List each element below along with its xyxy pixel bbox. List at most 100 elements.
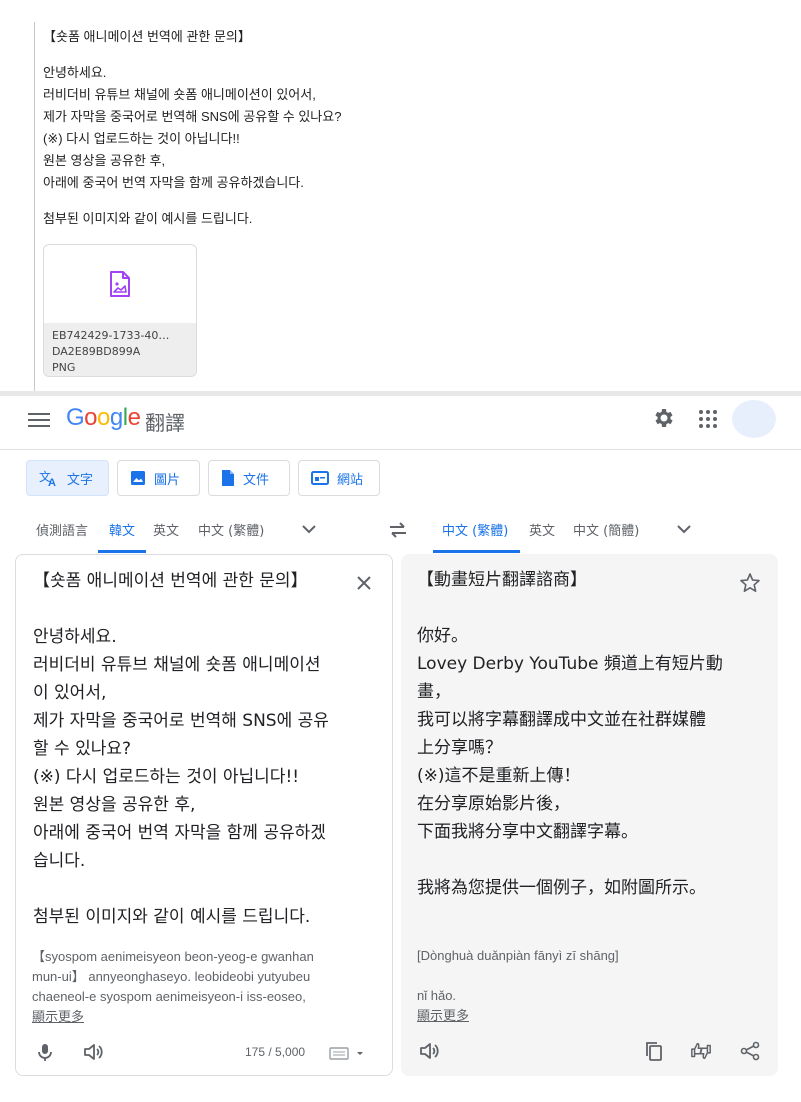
svg-text:A: A — [48, 477, 56, 487]
source-text-line: 할 수 있나요? — [33, 739, 132, 759]
translated-text: 【動畫短片翻譯諮商】 你好。 Lovey Derby YouTube 頻道上有短… — [417, 566, 737, 902]
target-lang-chinese-simplified[interactable]: 中文 (簡體) — [573, 520, 639, 539]
google-logo[interactable]: Google — [66, 404, 141, 432]
website-icon — [311, 471, 329, 485]
character-counter: 175 / 5,000 — [245, 1045, 306, 1059]
translated-text-line: 【動畫短片翻譯諮商】 — [417, 570, 587, 590]
email-line: 원본 영상을 공유한 후, — [43, 153, 166, 168]
translated-text-line — [417, 594, 737, 622]
copy-translation-icon[interactable] — [643, 1040, 665, 1062]
source-text-line: (※) 다시 업로드하는 것이 아닙니다!! — [33, 767, 300, 787]
translation-listen-speaker-icon[interactable] — [418, 1040, 440, 1062]
target-lang-english[interactable]: 英文 — [529, 520, 555, 539]
clear-text-close-icon[interactable] — [354, 573, 374, 593]
attachment-thumbnail — [44, 245, 196, 323]
romanization-line — [417, 966, 737, 986]
source-text-line: 습니다. — [33, 851, 86, 871]
source-text-line: 【숏폼 애니메이션 번역에 관한 문의】 — [33, 571, 308, 591]
source-text-panel[interactable]: 【숏폼 애니메이션 번역에 관한 문의】 안녕하세요. 러비더비 유튜브 채널에… — [15, 554, 393, 1076]
settings-gear-icon[interactable] — [652, 406, 676, 430]
source-lang-detect[interactable]: 偵測語言 — [36, 520, 88, 539]
mode-website-button[interactable]: 網站 — [298, 460, 380, 496]
language-bar: 偵測語言 韓文 英文 中文 (繁體) 中文 (繁體) 英文 中文 (簡體) — [0, 506, 801, 554]
show-more-link[interactable]: 顯示更多 — [32, 1008, 84, 1028]
top-bar: Google 翻譯 — [0, 396, 801, 450]
image-file-icon — [110, 271, 130, 297]
translated-text-line: 你好。 — [417, 626, 468, 646]
mode-document-button[interactable]: 文件 — [208, 460, 290, 496]
source-text-area[interactable]: 【숏폼 애니메이션 번역에 관한 문의】 안녕하세요. 러비더비 유튜브 채널에… — [33, 567, 351, 931]
romanization-line: chaeneol-e syospom aenimeisyeon-i iss-eo… — [32, 989, 306, 1004]
romanization-line: [Dònghuà duǎnpiàn fānyì zī shāng] — [417, 948, 619, 963]
attachment-name: EB742429-1733-40… — [52, 329, 170, 342]
source-lang-english[interactable]: 英文 — [153, 520, 179, 539]
translated-text-line: 我可以將字幕翻譯成中文並在社群媒體 — [417, 710, 706, 730]
microphone-icon[interactable] — [34, 1041, 56, 1063]
save-translation-star-icon[interactable] — [739, 572, 761, 594]
show-more-link[interactable]: 顯示更多 — [417, 1007, 469, 1027]
translated-text-line: 上分享嗎？ — [417, 738, 502, 758]
attachment-type: PNG — [52, 361, 76, 374]
mode-label: 圖片 — [154, 472, 181, 488]
email-greeting: 안녕하세요. — [43, 65, 107, 80]
mode-image-button[interactable]: 圖片 — [117, 460, 200, 496]
image-icon — [131, 471, 145, 485]
source-lang-chinese-traditional[interactable]: 中文 (繁體) — [198, 520, 264, 539]
attachment-card[interactable]: EB742429-1733-40… DA2E89BD899A PNG — [43, 244, 197, 377]
attachment-meta: EB742429-1733-40… DA2E89BD899A PNG — [44, 323, 196, 376]
source-romanization: 【syospom aenimeisyeon beon-yeog-e gwanha… — [32, 947, 352, 1028]
target-romanization: [Dònghuà duǎnpiàn fānyì zī shāng] nǐ hǎo… — [417, 946, 737, 1027]
source-text-line: 러비더비 유튜브 채널에 숏폼 애니메이션 — [33, 655, 321, 675]
email-subject: 【숏폼 애니메이션 번역에 관한 문의】 — [43, 29, 251, 44]
product-name: 翻譯 — [145, 411, 185, 435]
mode-label: 文字 — [67, 472, 94, 488]
source-listen-speaker-icon[interactable] — [82, 1041, 104, 1063]
quote-bar — [34, 22, 35, 392]
email-body: 【숏폼 애니메이션 번역에 관한 문의】 안녕하세요. 러비더비 유튜브 채널에… — [43, 26, 341, 230]
keyboard-dropdown-icon[interactable] — [329, 1045, 365, 1061]
source-lang-underline — [98, 550, 146, 553]
source-text-line: 원본 영상을 공유한 후, — [33, 795, 196, 815]
source-text-line — [33, 595, 351, 623]
email-line: 제가 자막을 중국어로 번역해 SNS에 공유할 수 있나요? — [43, 109, 342, 124]
translated-text-line — [417, 846, 737, 874]
source-text-line: 이 있어서, — [33, 683, 107, 703]
email-line: (※) 다시 업로드하는 것이 아닙니다!! — [43, 131, 240, 146]
email-message: 【숏폼 애니메이션 번역에 관한 문의】 안녕하세요. 러비더비 유튜브 채널에… — [0, 0, 801, 392]
source-text-line: 첨부된 이미지와 같이 예시를 드립니다. — [33, 907, 311, 927]
source-more-languages-chevron-icon[interactable] — [300, 520, 318, 538]
swap-languages-icon[interactable] — [386, 518, 410, 542]
source-text-line: 제가 자막을 중국어로 번역해 SNS에 공유 — [33, 711, 329, 731]
target-lang-underline — [433, 550, 520, 553]
share-icon[interactable] — [739, 1040, 761, 1062]
account-avatar[interactable] — [732, 400, 776, 438]
target-more-languages-chevron-icon[interactable] — [675, 520, 693, 538]
google-translate-app: Google 翻譯 文 A 文字 圖片 文件 網站 偵測語言 韓文 英文 中文 … — [0, 396, 801, 1102]
attachment-name-cont: DA2E89BD899A — [52, 345, 141, 358]
romanization-line: mun-ui】 annyeonghaseyo. leobideobi yutyu… — [32, 969, 311, 984]
target-lang-chinese-traditional[interactable]: 中文 (繁體) — [442, 520, 508, 539]
email-closing: 첨부된 이미지와 같이 예시를 드립니다. — [43, 211, 253, 226]
source-text-line: 안녕하세요. — [33, 627, 117, 647]
email-line: 러비더비 유튜브 채널에 숏폼 애니메이션이 있어서, — [43, 87, 316, 102]
translation-mode-bar: 文 A 文字 圖片 文件 網站 — [26, 460, 380, 496]
translated-text-line: 在分享原始影片後， — [417, 794, 570, 814]
rate-translation-thumbs-icon[interactable] — [690, 1040, 712, 1062]
translation-output-panel: 【動畫短片翻譯諮商】 你好。 Lovey Derby YouTube 頻道上有短… — [401, 554, 778, 1076]
mode-label: 文件 — [243, 472, 270, 488]
translated-text-line: Lovey Derby YouTube 頻道上有短片動 — [417, 654, 723, 674]
apps-grid-icon[interactable] — [697, 408, 719, 430]
translated-text-line: 我將為您提供一個例子，如附圖所示。 — [417, 878, 706, 898]
source-text-line: 아래에 중국어 번역 자막을 함께 공유하겠 — [33, 823, 326, 843]
translated-text-line: (※)這不是重新上傳！ — [417, 766, 581, 786]
email-paragraph: 안녕하세요. 러비더비 유튜브 채널에 숏폼 애니메이션이 있어서, 제가 자막… — [43, 62, 341, 194]
mode-text-button[interactable]: 文 A 文字 — [26, 460, 109, 496]
document-icon — [222, 470, 234, 486]
translate-icon: 文 A — [39, 469, 56, 487]
translated-text-line: 下面我將分享中文翻譯字幕。 — [417, 822, 638, 842]
romanization-line: 【syospom aenimeisyeon beon-yeog-e gwanha… — [32, 949, 314, 964]
main-menu-icon[interactable] — [28, 410, 50, 430]
source-lang-korean[interactable]: 韓文 — [109, 520, 135, 539]
mode-label: 網站 — [337, 472, 364, 488]
romanization-line: nǐ hǎo. — [417, 988, 457, 1003]
